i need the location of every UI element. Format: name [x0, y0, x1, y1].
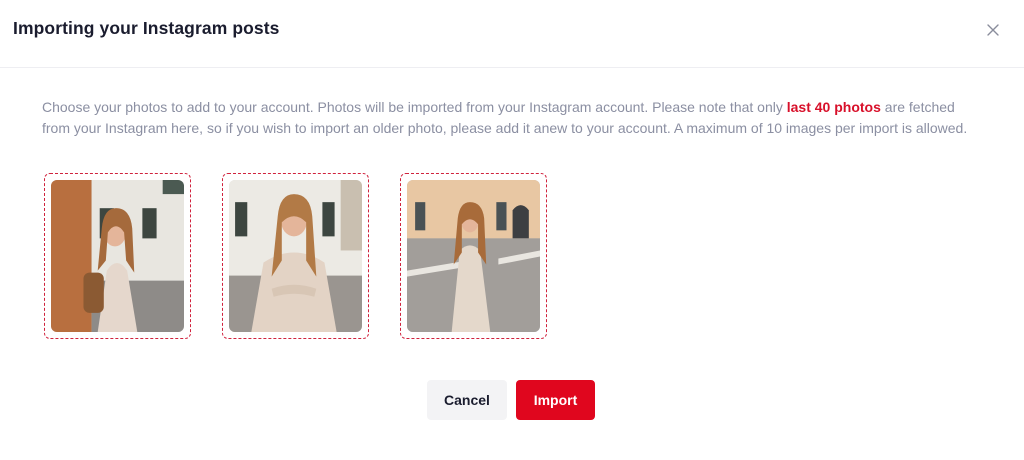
- import-button[interactable]: Import: [516, 380, 595, 420]
- photo-thumbnail: [229, 180, 362, 332]
- import-dialog: Importing your Instagram posts Choose yo…: [0, 0, 1024, 460]
- dialog-title: Importing your Instagram posts: [13, 18, 280, 38]
- close-icon: [987, 24, 999, 36]
- cancel-button[interactable]: Cancel: [427, 380, 507, 420]
- photo-tile-1[interactable]: [44, 173, 191, 339]
- description-text-start: Choose your photos to add to your accoun…: [42, 99, 787, 115]
- close-button[interactable]: [983, 20, 1003, 40]
- description-highlight: last 40 photos: [786, 99, 881, 115]
- dialog-header: Importing your Instagram posts: [0, 0, 1024, 68]
- photo-thumbnail: [51, 180, 184, 332]
- photo-thumbnail: [407, 180, 540, 332]
- dialog-description: Choose your photos to add to your accoun…: [42, 97, 982, 139]
- photo-tile-3[interactable]: [400, 173, 547, 339]
- photo-tile-2[interactable]: [222, 173, 369, 339]
